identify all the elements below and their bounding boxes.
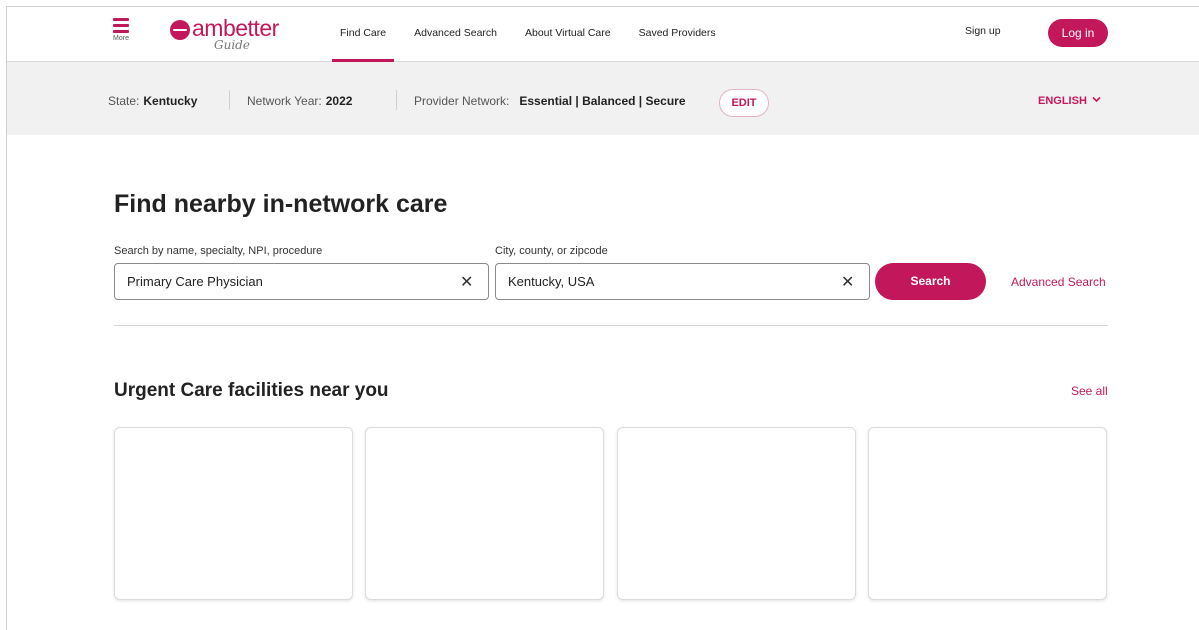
urgent-care-section-title: Urgent Care facilities near you: [114, 380, 389, 401]
urgent-care-card[interactable]: [617, 427, 856, 600]
app-window: More ambetter Guide Find Care Advanced S…: [6, 6, 1199, 630]
divider: [396, 90, 397, 110]
location-value: Kentucky, USA: [508, 274, 595, 289]
context-bar: State: Kentucky Network Year: 2022 Provide…: [7, 62, 1199, 135]
advanced-search-link[interactable]: Advanced Search: [1011, 275, 1106, 289]
search-query-input[interactable]: Primary Care Physician ✕: [114, 263, 489, 300]
network-year-label: Network Year:: [247, 94, 322, 108]
language-selector[interactable]: ENGLISH: [1038, 95, 1101, 107]
urgent-care-card[interactable]: [114, 427, 353, 600]
divider: [114, 325, 1108, 326]
language-label: ENGLISH: [1038, 95, 1087, 107]
search-button[interactable]: Search: [875, 263, 986, 300]
chevron-down-icon: [1092, 96, 1101, 103]
nav-advanced-search[interactable]: Advanced Search: [406, 7, 505, 62]
edit-button[interactable]: EDIT: [719, 89, 769, 117]
primary-nav: Find Care Advanced Search About Virtual …: [332, 7, 736, 62]
state-info: State: Kentucky: [108, 94, 197, 108]
state-value: Kentucky: [143, 94, 198, 108]
close-icon[interactable]: ✕: [841, 272, 854, 292]
log-in-button[interactable]: Log in: [1048, 19, 1108, 47]
nav-find-care[interactable]: Find Care: [332, 7, 395, 62]
divider: [229, 90, 230, 110]
location-field-label: City, county, or zipcode: [495, 245, 608, 257]
provider-network-value: Essential | Balanced | Secure: [519, 94, 686, 108]
page-title: Find nearby in-network care: [114, 190, 448, 218]
ambetter-logo-mark-icon: [170, 20, 190, 40]
nav-about-virtual-care[interactable]: About Virtual Care: [517, 7, 619, 62]
urgent-care-card[interactable]: [365, 427, 604, 600]
menu-button[interactable]: More: [109, 18, 133, 42]
logo-subtitle: Guide: [214, 38, 250, 52]
sign-up-link[interactable]: Sign up: [965, 25, 1001, 37]
state-label: State:: [108, 94, 140, 108]
hamburger-menu-icon: [113, 18, 129, 33]
provider-network-label: Provider Network:: [414, 94, 510, 108]
provider-network-info: Provider Network: Essential | Balanced | …: [414, 94, 686, 108]
urgent-care-card[interactable]: [868, 427, 1107, 600]
top-nav: More ambetter Guide Find Care Advanced S…: [7, 7, 1199, 62]
network-year-value: 2022: [325, 94, 353, 108]
query-field-label: Search by name, specialty, NPI, procedur…: [114, 245, 323, 257]
network-year-info: Network Year: 2022: [247, 94, 352, 108]
menu-label: More: [113, 35, 129, 42]
see-all-link[interactable]: See all: [1071, 384, 1108, 398]
nav-saved-providers[interactable]: Saved Providers: [631, 7, 724, 62]
close-icon[interactable]: ✕: [460, 272, 473, 292]
search-query-value: Primary Care Physician: [127, 274, 263, 289]
location-input[interactable]: Kentucky, USA ✕: [495, 263, 870, 300]
